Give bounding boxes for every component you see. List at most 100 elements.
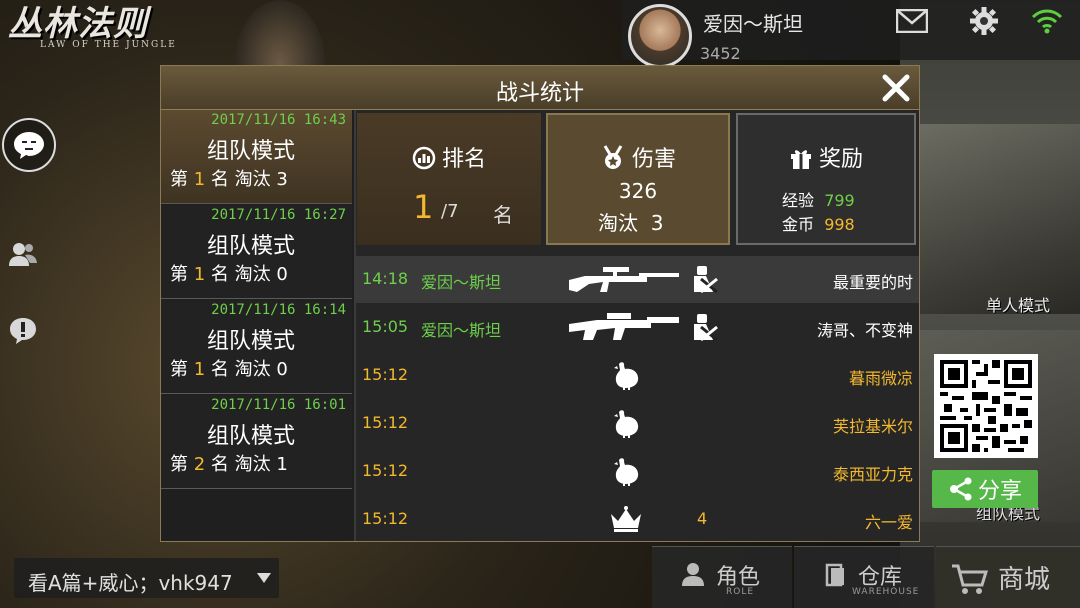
damage-kills: 淘汰 3	[598, 211, 664, 235]
kill-time: 15:12	[362, 509, 409, 528]
sniper-rifle-icon	[569, 267, 679, 292]
rank-unit: 名	[493, 203, 513, 227]
cart-icon	[952, 564, 988, 594]
wifi-icon	[1031, 9, 1063, 34]
share-button[interactable]: 分享	[932, 470, 1038, 508]
kill-row: 15:12 泰西亚力克	[355, 448, 919, 495]
logo-subtitle: LAW OF THE JUNGLE	[40, 40, 177, 50]
kill-time: 15:12	[362, 461, 409, 480]
close-icon	[882, 74, 910, 102]
kill-time: 14:18	[362, 269, 409, 288]
person-icon	[682, 563, 704, 586]
kill-time: 15:05	[362, 317, 409, 336]
knockdown-icon	[694, 314, 718, 342]
match-record[interactable]: 2017/11/16 16:14 组队模式 第 1 名 淘汰 0	[161, 300, 352, 394]
share-label: 分享	[977, 479, 1022, 504]
kill-row: 14:18 爱因～斯坦 最重要的时	[355, 256, 919, 303]
game-logo: 丛林法则 LAW OF THE JUNGLE	[8, 6, 198, 52]
record-rank: 第 1 名 淘汰 3	[170, 169, 288, 190]
single-mode-label: 单人模式	[986, 296, 1051, 315]
background-figure	[235, 0, 325, 70]
victim-name: 最重要的时	[832, 273, 913, 292]
logo-title: 丛林法则	[8, 4, 148, 44]
rank-total: /7	[441, 201, 459, 222]
kill-time: 15:12	[362, 365, 409, 384]
record-rank: 第 2 名 淘汰 1	[170, 454, 288, 475]
reward-exp: 经验 799	[782, 191, 855, 210]
kill-row: 15:12 4 六一爱	[355, 496, 919, 543]
chicken-icon	[614, 362, 639, 390]
assault-rifle-icon	[569, 313, 679, 340]
match-records-list: 2017/11/16 16:43 组队模式 第 1 名 淘汰 3 2017/11…	[161, 110, 356, 541]
chat-input-text: 看A篇+威心；vhk947	[28, 571, 233, 595]
damage-value: 326	[618, 179, 658, 203]
rank-card-title: 排名	[357, 141, 541, 173]
settings-button[interactable]	[967, 6, 1001, 36]
record-date: 2017/11/16 16:01	[211, 397, 346, 413]
mail-button[interactable]	[895, 6, 929, 36]
network-status	[1030, 6, 1064, 36]
chat-input[interactable]: 看A篇+威心；vhk947	[14, 558, 279, 598]
kill-time: 15:12	[362, 413, 409, 432]
share-icon	[949, 477, 972, 501]
record-mode: 组队模式	[207, 234, 296, 259]
match-record[interactable]: 2017/11/16 16:01 组队模式 第 2 名 淘汰 1	[161, 395, 352, 489]
knockdown-icon	[694, 266, 718, 294]
friends-icon	[9, 243, 37, 266]
victim-name: 涛哥、不变神	[816, 321, 913, 340]
rank-value: 1	[413, 188, 434, 226]
rank-icon	[412, 146, 436, 170]
victim-name: 暮雨微凉	[848, 369, 913, 388]
single-mode-card[interactable]	[920, 124, 1080, 314]
damage-card: 伤害 326 淘汰 3	[546, 113, 730, 245]
role-button[interactable]: 角色 ROLE	[652, 546, 792, 608]
rank-card: 排名 1 /7 名	[357, 113, 541, 245]
player-avatar[interactable]	[628, 4, 692, 68]
qr-code-icon	[940, 360, 1032, 452]
dialog-header: 战斗统计	[161, 66, 919, 110]
warehouse-sublabel: WAREHOUSE	[852, 587, 920, 597]
chicken-icon	[614, 410, 639, 438]
kill-row: 15:05 爱因～斯坦 涛哥、不变神	[355, 304, 919, 351]
battle-stats-dialog: 战斗统计 2017/11/16 16:43 组队模式 第 1 名 淘汰 3 20…	[160, 65, 920, 542]
qr-code	[934, 354, 1038, 458]
box-icon	[825, 563, 844, 587]
medal-icon	[603, 145, 623, 169]
record-rank: 第 1 名 淘汰 0	[170, 264, 288, 285]
record-rank: 第 1 名 淘汰 0	[170, 359, 288, 380]
close-button[interactable]	[879, 71, 913, 105]
record-date: 2017/11/16 16:27	[211, 207, 346, 223]
record-mode: 组队模式	[207, 139, 296, 164]
chicken-icon	[614, 458, 639, 486]
match-record[interactable]: 2017/11/16 16:43 组队模式 第 1 名 淘汰 3	[161, 110, 352, 204]
match-record[interactable]: 2017/11/16 16:27 组队模式 第 1 名 淘汰 0	[161, 205, 352, 299]
record-mode: 组队模式	[207, 329, 296, 354]
victim-name: 泰西亚力克	[832, 465, 913, 484]
crown-icon	[611, 506, 641, 532]
chevron-down-icon[interactable]	[257, 573, 271, 583]
notice-button[interactable]	[4, 312, 42, 350]
damage-card-title: 伤害	[548, 141, 728, 173]
chat-bubble-button[interactable]	[2, 118, 56, 172]
record-date: 2017/11/16 16:43	[211, 112, 346, 128]
role-sublabel: ROLE	[726, 587, 755, 597]
gear-icon	[970, 7, 998, 35]
shop-button[interactable]: 商城	[936, 546, 1080, 608]
victim-name: 芙拉基米尔	[832, 417, 913, 436]
reward-card: 奖励 经验 799 金币 998	[736, 113, 916, 245]
killer-name: 爱因～斯坦	[421, 321, 502, 340]
kill-row: 15:12 暮雨微凉	[355, 352, 919, 399]
killer-name: 爱因～斯坦	[421, 273, 502, 292]
kill-row: 15:12 芙拉基米尔	[355, 400, 919, 447]
chat-bubble-icon	[14, 132, 44, 159]
reward-card-title: 奖励	[738, 141, 914, 173]
currency-value: 3452	[700, 44, 741, 63]
warehouse-button[interactable]: 仓库 WAREHOUSE	[794, 546, 934, 608]
record-date: 2017/11/16 16:14	[211, 302, 346, 318]
kill-count: 4	[697, 509, 708, 528]
dialog-title: 战斗统计	[495, 81, 584, 106]
shop-label: 商城	[998, 565, 1051, 595]
friends-button[interactable]	[4, 235, 42, 273]
record-mode: 组队模式	[207, 424, 296, 449]
player-username: 爱因～斯坦	[703, 12, 803, 36]
